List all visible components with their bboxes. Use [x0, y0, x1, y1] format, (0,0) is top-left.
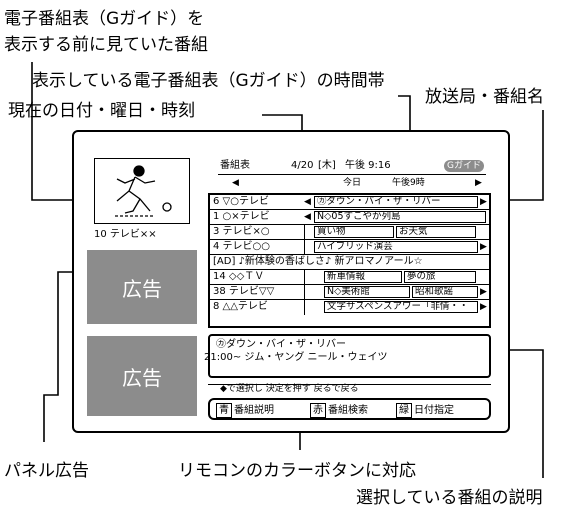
nav-today: 今日: [343, 178, 362, 188]
program-grid: 6 ▽○テレビ ◀ ㋕ダウン・バイ・ザ・リバー ▶ 1 ○×テレビ ◀ N◇05…: [208, 193, 491, 328]
grid-row[interactable]: 14 ◇◇ＴＶ 新車情報 夢の旅: [210, 270, 489, 285]
color-button-bar: 青番組説明 赤番組検索 緑日付指定: [208, 398, 491, 420]
program-cell[interactable]: N◇美術館: [324, 286, 410, 298]
station-name: 8 △△テレビ: [213, 301, 268, 312]
panel-ad-2: 広告: [87, 336, 197, 416]
description-title: ㋕ダウン・バイ・ザ・リバー: [216, 339, 346, 350]
program-cell[interactable]: 昭和歌謡: [412, 286, 478, 298]
callout-color-buttons: リモコンのカラーボタンに対応: [178, 461, 416, 481]
green-button-tag: 緑: [396, 403, 412, 418]
program-cell[interactable]: 夢の旅: [404, 271, 476, 283]
right-arrow-icon: ▶: [480, 302, 487, 312]
station-name: 4 テレビ○○: [213, 241, 270, 252]
guide-title: 番組表: [220, 160, 250, 171]
panel-ad-1: 広告: [87, 250, 197, 324]
previous-program-thumbnail: [94, 158, 190, 224]
callout-station-program: 放送局・番組名: [425, 87, 544, 107]
right-arrow-icon: ▶: [480, 287, 487, 297]
blue-button-label: 番組説明: [234, 405, 274, 416]
soccer-player-icon: [115, 165, 172, 217]
nav-left-arrow[interactable]: ◀: [232, 178, 239, 189]
callout-selected-description: 選択している番組の説明: [356, 488, 543, 508]
right-arrow-icon: ▶: [480, 242, 487, 252]
green-button-label: 日付指定: [414, 405, 454, 416]
gguide-logo: Gガイド: [444, 160, 484, 172]
callout-time-range: 表示している電子番組表（Gガイド）の時間帯: [32, 71, 385, 91]
program-description-box: ㋕ダウン・バイ・ザ・リバー 21:00~ ジム・ヤング ニール・ウェイツ: [204, 334, 491, 378]
left-arrow-icon: ◀: [304, 197, 311, 207]
grid-row-ad[interactable]: [AD] ♪新体験の香ばしさ♪ 新アロマノアール☆: [210, 255, 489, 270]
current-weekday: [木]: [318, 160, 336, 171]
green-button[interactable]: 緑日付指定: [396, 403, 454, 418]
station-name: 38 テレビ▽▽: [213, 286, 275, 297]
station-name: 14 ◇◇ＴＶ: [213, 271, 265, 282]
current-channel-label: 10 テレビ××: [94, 229, 157, 240]
program-cell[interactable]: ㋕ダウン・バイ・ザ・リバー: [314, 196, 478, 208]
grid-row[interactable]: 1 ○×テレビ ◀ N◇05すこやか列島: [210, 210, 489, 225]
nav-hint-text: ◆で選択し 決定を押す 戻るで戻る: [220, 384, 359, 394]
grid-row[interactable]: 38 テレビ▽▽ N◇美術館 昭和歌謡 ▶: [210, 285, 489, 300]
red-button-tag: 赤: [310, 403, 326, 418]
current-time: 午後 9:16: [345, 160, 391, 171]
description-detail: 21:00~ ジム・ヤング ニール・ウェイツ: [204, 352, 388, 363]
station-name: 1 ○×テレビ: [213, 211, 270, 222]
inline-ad-text: [AD] ♪新体験の香ばしさ♪ 新アロマノアール☆: [213, 256, 423, 267]
station-name: 3 テレビ×○: [213, 226, 270, 237]
nav-right-arrow[interactable]: ▶: [475, 178, 482, 189]
grid-row[interactable]: 6 ▽○テレビ ◀ ㋕ダウン・バイ・ザ・リバー ▶: [210, 195, 489, 210]
red-button-label: 番組検索: [328, 405, 368, 416]
program-cell[interactable]: ハイブリッド演芸: [314, 241, 478, 253]
grid-row[interactable]: 8 △△テレビ 文字サスペンスアワー「非情・・ ▶: [210, 300, 489, 315]
red-button[interactable]: 赤番組検索: [310, 403, 368, 418]
grid-row[interactable]: 4 テレビ○○ ハイブリッド演芸 ▶: [210, 240, 489, 255]
callout-panel-ad: パネル広告: [4, 461, 89, 481]
nav-hint-bar: ◆で選択し 決定を押す 戻るで戻る: [208, 384, 491, 395]
header-divider: [218, 174, 486, 175]
program-cell[interactable]: N◇05すこやか列島: [314, 211, 486, 223]
blue-button[interactable]: 青番組説明: [216, 403, 274, 418]
right-arrow-icon: ▶: [480, 197, 487, 207]
blue-button-tag: 青: [216, 403, 232, 418]
program-cell[interactable]: お天気: [396, 226, 476, 238]
callout-previous-program-line1: 電子番組表（Gガイド）を: [4, 9, 205, 29]
callout-current-datetime: 現在の日付・曜日・時刻: [8, 101, 195, 121]
left-arrow-icon: ◀: [304, 212, 311, 222]
program-cell[interactable]: 新車情報: [324, 271, 402, 283]
station-name: 6 ▽○テレビ: [213, 196, 269, 207]
callout-previous-program-line2: 表示する前に見ていた番組: [4, 35, 208, 55]
nav-time: 午後9時: [392, 178, 425, 188]
program-cell[interactable]: 文字サスペンスアワー「非情・・: [324, 301, 478, 313]
program-cell[interactable]: 買い物: [314, 226, 394, 238]
current-date: 4/20: [291, 160, 314, 171]
grid-row[interactable]: 3 テレビ×○ 買い物 お天気: [210, 225, 489, 240]
